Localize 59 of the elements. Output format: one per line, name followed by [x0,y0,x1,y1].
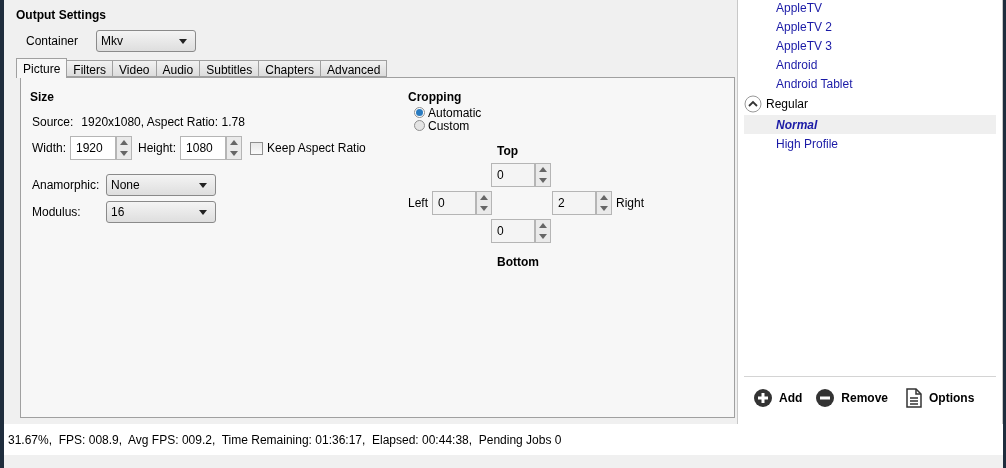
minus-icon [816,388,835,407]
field-label: Width: [32,140,66,157]
spinner-buttons[interactable] [226,136,243,160]
tab[interactable]: Advanced [319,60,388,77]
section-title: Cropping [408,89,463,106]
tab[interactable]: Audio [155,60,201,77]
preset-item[interactable]: Normal [744,115,996,134]
tab[interactable]: Filters [66,60,114,77]
number-field[interactable]: 2 [552,191,596,215]
anamorphic-dropdown[interactable]: None [106,174,216,196]
section-title: Size [30,89,55,106]
field-label: Height: [138,140,177,157]
preset-button[interactable]: Options [906,387,975,408]
field-label: Top [497,143,519,160]
field-label: Bottom [497,254,539,271]
checkbox[interactable] [250,141,264,155]
caret-icon [199,182,207,188]
preset-item[interactable]: AppleTV 2 [744,17,996,36]
caret-icon [179,38,188,44]
field-label: Modulus: [32,204,82,221]
field-label: Source: [32,114,74,131]
preset-item[interactable]: Android Tablet [744,74,996,93]
spinner-buttons[interactable] [596,191,612,215]
tab[interactable]: Subtitles [199,60,260,77]
number-field[interactable]: 1080 [180,136,227,160]
preset-item[interactable]: Android [744,55,996,74]
container-dropdown[interactable]: Mkv [96,30,197,52]
spinner-buttons[interactable] [476,191,492,215]
preset-item[interactable]: High Profile [744,134,996,153]
tab[interactable]: Picture [16,58,68,78]
radio-button[interactable] [414,107,425,118]
field-label: Left [408,195,429,212]
radio-button[interactable] [414,120,425,131]
field-label: Container [26,33,79,50]
collapse-icon[interactable] [744,95,762,113]
caret-icon [199,209,207,215]
plus-icon [754,388,772,407]
field-label: Anamorphic: [32,177,101,194]
number-field[interactable]: 1920 [70,136,116,160]
section-title: Output Settings [16,7,107,24]
number-field[interactable]: 0 [432,191,476,215]
status-text: 31.67%, FPS: 008.9, Avg FPS: 009.2, Time Remaining: 01:36:17, Elapsed: 00:44:38, Pending Jobs 0 [8,431,562,449]
number-field[interactable]: 0 [491,163,535,187]
preset-item[interactable]: AppleTV [744,0,996,17]
preset-button[interactable]: Remove [816,388,888,407]
source-value: 1920x1080, Aspect Ratio: 1.78 [81,114,245,131]
spinner-buttons[interactable] [535,219,551,243]
spinner-buttons[interactable] [535,163,551,187]
preset-item[interactable]: AppleTV 3 [744,36,996,55]
number-field[interactable]: 0 [491,219,535,243]
field-label: Right [616,195,644,212]
spinner-buttons[interactable] [116,136,132,160]
checkbox-label: Keep Aspect Ratio [267,140,366,157]
group-label: Regular [766,96,809,113]
preset-button[interactable]: Add [754,388,803,407]
tab[interactable]: Video [112,60,157,77]
tab[interactable]: Chapters [258,60,321,77]
modulus-dropdown[interactable]: 16 [106,201,216,223]
document-icon [906,387,922,408]
